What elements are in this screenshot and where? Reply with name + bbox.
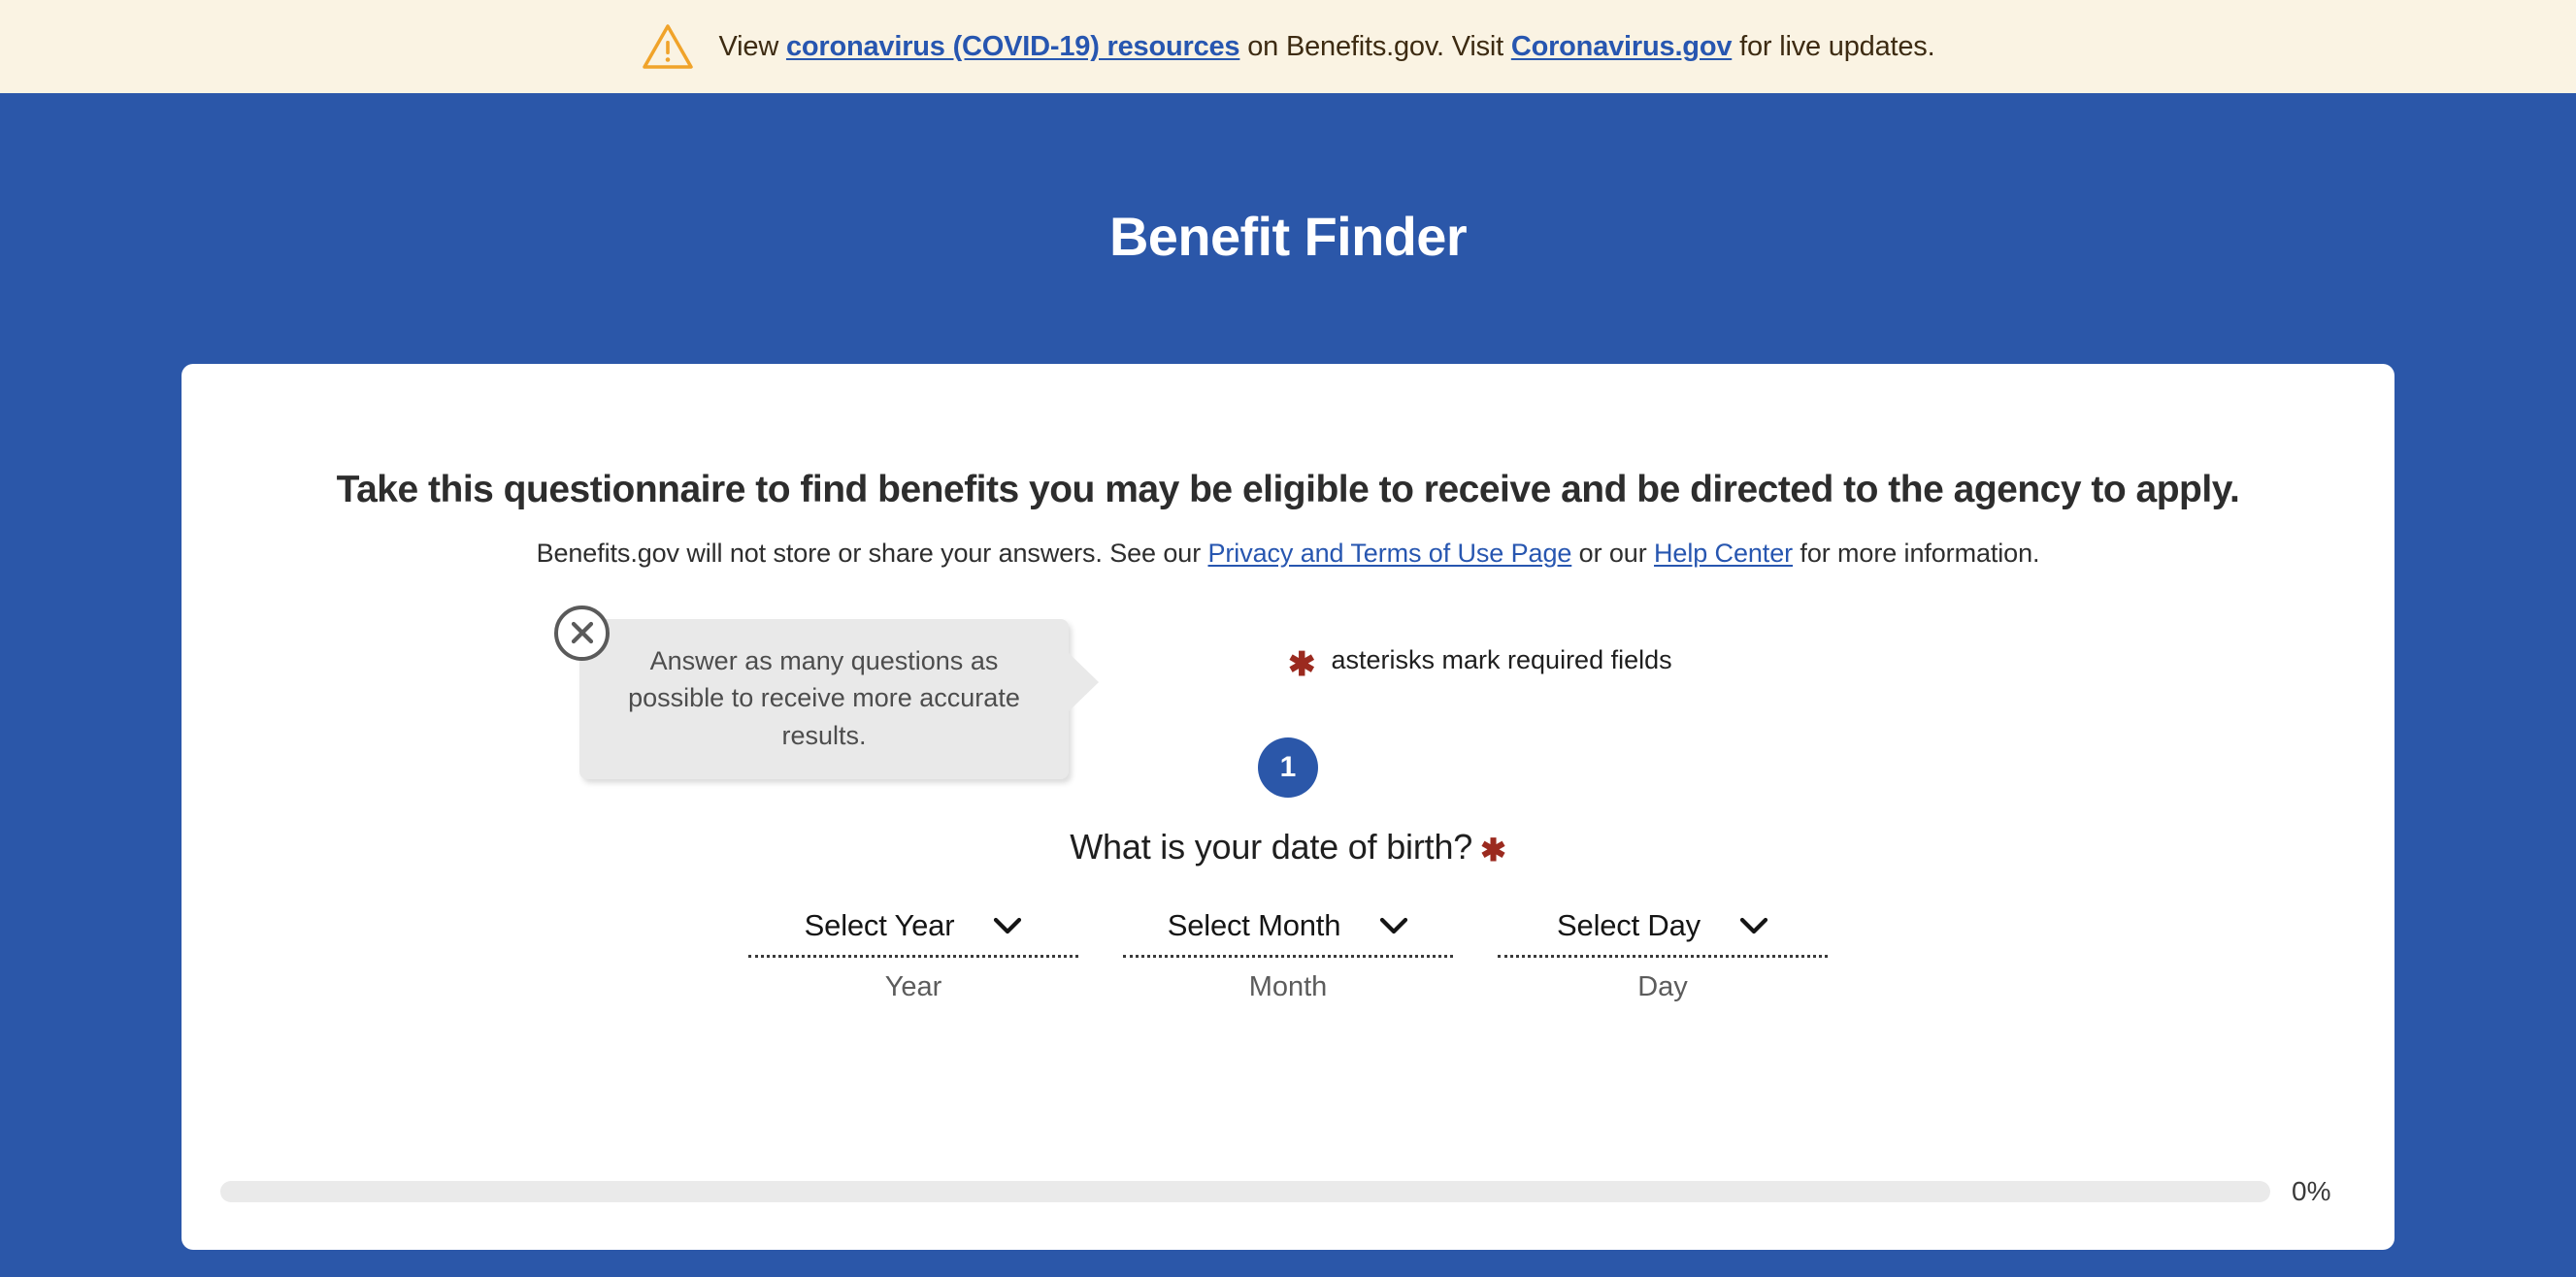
progress-row: 0% [220, 1176, 2356, 1207]
chevron-down-icon [994, 917, 1022, 933]
coronavirus-resources-link[interactable]: coronavirus (COVID-19) resources [786, 31, 1240, 62]
tooltip-row: Answer as many questions as possible to … [220, 592, 2356, 779]
month-field: Select Month Month [1123, 904, 1453, 1003]
month-field-label: Month [1248, 970, 1328, 1002]
year-field: Select Year Year [748, 904, 1078, 1003]
page-title: Benefit Finder [1108, 205, 1468, 267]
tooltip-arrow [1068, 651, 1099, 712]
asterisk-icon: ✱ [1288, 645, 1316, 683]
question-label: What is your date of birth? ✱ [220, 827, 2356, 868]
chevron-down-icon [1739, 917, 1768, 933]
alert-text-middle: on Benefits.gov. Visit [1239, 30, 1511, 62]
year-select[interactable]: Select Year [748, 904, 1078, 958]
day-select[interactable]: Select Day [1498, 904, 1828, 958]
month-select[interactable]: Select Month [1123, 904, 1453, 958]
date-of-birth-fields: Select Year Year Select Month Month Sele… [220, 904, 2356, 1003]
chevron-down-icon [1380, 917, 1408, 933]
warning-triangle-icon [642, 24, 693, 69]
question-text: What is your date of birth? [1070, 826, 1473, 867]
tooltip-text: Answer as many questions as possible to … [628, 645, 1020, 750]
tooltip-callout: Answer as many questions as possible to … [579, 618, 1099, 779]
step-number-badge: 1 [1258, 737, 1318, 798]
year-field-label: Year [884, 970, 942, 1002]
coronavirus-gov-link[interactable]: Coronavirus.gov [1511, 31, 1733, 62]
privacy-terms-link[interactable]: Privacy and Terms of Use Page [1208, 539, 1572, 568]
day-field-label: Day [1637, 970, 1688, 1002]
day-select-value: Select Day [1557, 907, 1701, 942]
alert-text-before: View [718, 30, 786, 62]
subtitle-text-middle: or our [1571, 538, 1655, 568]
year-select-value: Select Year [804, 907, 955, 942]
subtitle-text-before: Benefits.gov will not store or share you… [536, 538, 1208, 568]
alert-message: View coronavirus (COVID-19) resources on… [719, 31, 1935, 63]
alert-text-after: for live updates. [1732, 30, 1935, 62]
day-field: Select Day Day [1498, 904, 1828, 1003]
progress-bar [220, 1181, 2270, 1203]
card-heading: Take this questionnaire to find benefits… [336, 469, 2240, 511]
subtitle-text-after: for more information. [1793, 538, 2040, 568]
required-fields-text: asterisks mark required fields [1331, 645, 1672, 675]
progress-percent-label: 0% [2292, 1176, 2331, 1207]
required-fields-note: ✱ asterisks mark required fields [1288, 644, 1672, 681]
question-asterisk-icon: ✱ [1480, 832, 1506, 868]
close-icon[interactable] [554, 605, 610, 661]
covid-alert-banner: View coronavirus (COVID-19) resources on… [0, 0, 2576, 93]
month-select-value: Select Month [1167, 907, 1341, 942]
help-center-link[interactable]: Help Center [1654, 539, 1793, 568]
benefit-finder-card: Take this questionnaire to find benefits… [182, 364, 2394, 1251]
card-subtitle: Benefits.gov will not store or share you… [220, 512, 2356, 569]
